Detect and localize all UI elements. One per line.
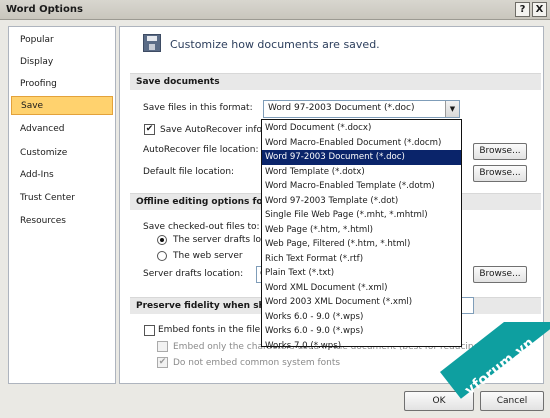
default-location-label: Default file location: bbox=[143, 167, 235, 177]
dropdown-option[interactable]: Plain Text (*.txt) bbox=[262, 266, 461, 281]
format-label: Save files in this format: bbox=[143, 103, 253, 113]
dropdown-option[interactable]: Word Template (*.dotx) bbox=[262, 165, 461, 180]
embed-fonts-checkbox[interactable] bbox=[144, 325, 155, 336]
watermark-logo: vforum.vn bbox=[440, 322, 550, 418]
sidebar-item-save[interactable]: Save bbox=[11, 96, 113, 115]
browse-autorecover-button[interactable]: Browse... bbox=[473, 143, 527, 160]
title-bar: Word Options ? X bbox=[0, 0, 550, 20]
web-server-radio[interactable] bbox=[157, 251, 167, 261]
save-format-value: Word 97-2003 Document (*.doc) bbox=[268, 103, 415, 113]
dropdown-option[interactable]: Web Page, Filtered (*.htm, *.html) bbox=[262, 237, 461, 252]
close-button[interactable]: X bbox=[532, 2, 547, 17]
dropdown-option[interactable]: Word 2003 XML Document (*.xml) bbox=[262, 295, 461, 310]
autorecover-label: Save AutoRecover inform bbox=[160, 125, 275, 135]
page-heading: Customize how documents are saved. bbox=[170, 38, 380, 51]
fidelity-document-select[interactable] bbox=[460, 297, 474, 314]
dropdown-option[interactable]: Word Document (*.docx) bbox=[262, 121, 461, 136]
dropdown-option-selected[interactable]: Word 97-2003 Document (*.doc) bbox=[262, 150, 461, 165]
browse-server-drafts-button[interactable]: Browse... bbox=[473, 266, 527, 283]
server-drafts-radio[interactable] bbox=[157, 235, 167, 245]
autorecover-location-label: AutoRecover file location: bbox=[143, 145, 259, 155]
dropdown-option[interactable]: Rich Text Format (*.rtf) bbox=[262, 252, 461, 267]
dropdown-option[interactable]: Word Macro-Enabled Template (*.dotm) bbox=[262, 179, 461, 194]
word-options-dialog: Word Options ? X Popular Display Proofin… bbox=[0, 0, 550, 418]
save-disk-icon bbox=[143, 34, 161, 52]
autorecover-checkbox[interactable]: ✔ bbox=[144, 124, 155, 135]
sidebar-item-proofing[interactable]: Proofing bbox=[11, 75, 113, 94]
dropdown-option[interactable]: Web Page (*.htm, *.html) bbox=[262, 223, 461, 238]
dropdown-option[interactable]: Word XML Document (*.xml) bbox=[262, 281, 461, 296]
dropdown-option[interactable]: Works 6.0 - 9.0 (*.wps) bbox=[262, 310, 461, 325]
dropdown-option[interactable]: Works 7.0 (*.wps) bbox=[262, 339, 461, 354]
embed-only-checkbox bbox=[157, 341, 168, 352]
save-checked-out-label: Save checked-out files to: bbox=[143, 222, 260, 232]
server-drafts-option-label: The server drafts loca bbox=[173, 235, 272, 245]
no-common-fonts-label: Do not embed common system fonts bbox=[173, 358, 341, 368]
no-common-fonts-checkbox: ✔ bbox=[157, 357, 168, 368]
server-drafts-location-label: Server drafts location: bbox=[143, 269, 244, 279]
dropdown-option[interactable]: Works 6.0 - 9.0 (*.wps) bbox=[262, 324, 461, 339]
save-format-select[interactable]: Word 97-2003 Document (*.doc) ▼ bbox=[263, 100, 460, 118]
sidebar-item-customize[interactable]: Customize bbox=[11, 144, 113, 163]
sidebar-item-resources[interactable]: Resources bbox=[11, 212, 113, 231]
sidebar-item-advanced[interactable]: Advanced bbox=[11, 120, 113, 139]
sidebar-item-popular[interactable]: Popular bbox=[11, 31, 113, 50]
dropdown-option[interactable]: Word 97-2003 Template (*.dot) bbox=[262, 194, 461, 209]
help-button[interactable]: ? bbox=[515, 2, 530, 17]
save-format-dropdown-list[interactable]: Word Document (*.docx) Word Macro-Enable… bbox=[261, 119, 462, 351]
section-save-documents: Save documents bbox=[130, 73, 541, 90]
options-sidebar: Popular Display Proofing Save Advanced C… bbox=[8, 26, 116, 384]
dropdown-option[interactable]: Single File Web Page (*.mht, *.mhtml) bbox=[262, 208, 461, 223]
sidebar-item-trust-center[interactable]: Trust Center bbox=[11, 189, 113, 208]
browse-default-button[interactable]: Browse... bbox=[473, 165, 527, 182]
web-server-option-label: The web server bbox=[173, 251, 243, 261]
sidebar-item-display[interactable]: Display bbox=[11, 53, 113, 72]
dropdown-option[interactable]: Word Macro-Enabled Document (*.docm) bbox=[262, 136, 461, 151]
window-title: Word Options bbox=[6, 4, 83, 15]
sidebar-item-add-ins[interactable]: Add-Ins bbox=[11, 166, 113, 185]
embed-fonts-label: Embed fonts in the file bbox=[158, 325, 261, 335]
chevron-down-icon[interactable]: ▼ bbox=[445, 101, 459, 117]
